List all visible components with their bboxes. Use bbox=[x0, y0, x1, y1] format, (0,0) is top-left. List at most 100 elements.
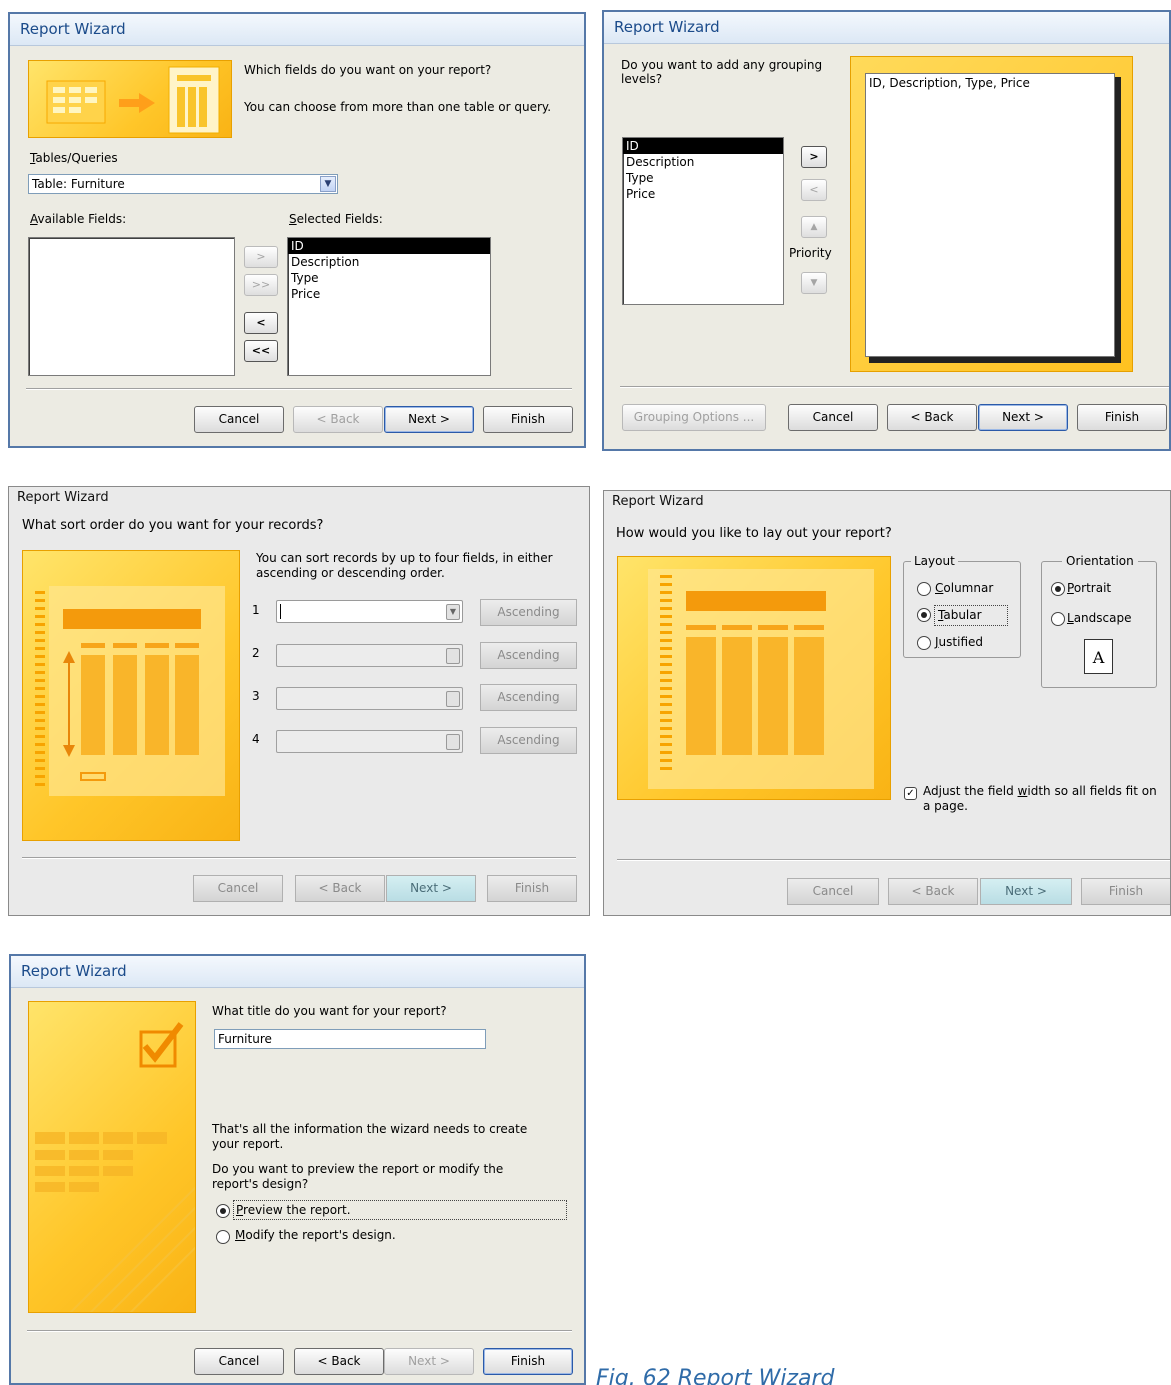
list-item[interactable]: Price bbox=[288, 286, 490, 302]
list-item[interactable]: ID bbox=[623, 138, 783, 154]
finish-button[interactable]: Finish bbox=[487, 875, 577, 902]
report-wizard-grouping-dialog: Report Wizard Do you want to add any gro… bbox=[602, 10, 1171, 451]
back-button[interactable]: < Back bbox=[295, 875, 385, 902]
landscape-radio[interactable] bbox=[1051, 612, 1065, 626]
adjust-width-label[interactable]: Adjust the field width so all fields fit… bbox=[923, 784, 1163, 814]
landscape-label[interactable]: Landscape bbox=[1067, 611, 1131, 625]
add-grouping-button[interactable]: > bbox=[801, 146, 827, 168]
list-item[interactable]: Type bbox=[288, 270, 490, 286]
tables-queries-select[interactable]: Table: Furniture ▼ bbox=[28, 174, 338, 194]
question-text: Which fields do you want on your report? bbox=[244, 63, 492, 77]
list-item[interactable]: Price bbox=[623, 186, 783, 202]
chevron-down-icon[interactable] bbox=[446, 734, 460, 750]
preview-question-text: Do you want to preview the report or mod… bbox=[212, 1162, 504, 1191]
preview-report-radio[interactable] bbox=[216, 1204, 230, 1218]
grouping-fields-list[interactable]: ID Description Type Price bbox=[622, 137, 784, 305]
hint-text: You can choose from more than one table … bbox=[244, 100, 552, 114]
next-button[interactable]: Next > bbox=[384, 1348, 474, 1375]
cancel-button[interactable]: Cancel bbox=[788, 404, 878, 431]
question-text: How would you like to lay out your repor… bbox=[616, 526, 892, 541]
next-button[interactable]: Next > bbox=[386, 875, 476, 902]
report-wizard-finish-dialog: Report Wizard What title do you want for… bbox=[9, 954, 586, 1385]
divider bbox=[27, 1330, 572, 1332]
sort-field-2-select[interactable] bbox=[276, 644, 463, 667]
sort-field-3-select[interactable] bbox=[276, 687, 463, 710]
chevron-down-icon[interactable]: ▼ bbox=[446, 604, 460, 620]
next-button[interactable]: Next > bbox=[978, 404, 1068, 431]
finish-button[interactable]: Finish bbox=[483, 406, 573, 433]
dialog-title: Report Wizard bbox=[10, 14, 584, 46]
report-title-input[interactable]: Furniture bbox=[214, 1029, 486, 1049]
sort-order-3-button[interactable]: Ascending bbox=[480, 684, 577, 711]
sort-number-2: 2 bbox=[252, 646, 260, 660]
sort-order-1-button[interactable]: Ascending bbox=[480, 599, 577, 626]
divider bbox=[22, 857, 576, 859]
justified-radio[interactable] bbox=[917, 636, 931, 650]
back-button[interactable]: < Back bbox=[887, 404, 977, 431]
list-item[interactable]: Type bbox=[623, 170, 783, 186]
back-button[interactable]: < Back bbox=[888, 878, 978, 905]
adjust-width-checkbox[interactable]: ✓ bbox=[904, 787, 917, 800]
back-button[interactable]: < Back bbox=[294, 1348, 384, 1375]
sort-number-3: 3 bbox=[252, 689, 260, 703]
sort-number-1: 1 bbox=[252, 603, 260, 617]
tabular-label[interactable]: Tabular bbox=[934, 605, 1008, 626]
chevron-down-icon[interactable]: ▼ bbox=[320, 176, 336, 192]
sort-order-2-button[interactable]: Ascending bbox=[480, 642, 577, 669]
divider bbox=[620, 386, 1169, 388]
back-button[interactable]: < Back bbox=[293, 406, 383, 433]
dialog-title: Report Wizard bbox=[11, 956, 584, 988]
add-all-fields-button[interactable]: >> bbox=[244, 274, 278, 296]
remove-grouping-button[interactable]: < bbox=[801, 179, 827, 201]
wizard-illustration bbox=[22, 550, 240, 841]
wizard-illustration bbox=[28, 1001, 196, 1313]
divider bbox=[617, 859, 1170, 861]
columnar-label[interactable]: Columnar bbox=[935, 581, 993, 595]
sort-order-4-button[interactable]: Ascending bbox=[480, 727, 577, 754]
finish-button[interactable]: Finish bbox=[483, 1348, 573, 1375]
page-letter: A bbox=[1092, 648, 1105, 667]
cancel-button[interactable]: Cancel bbox=[193, 875, 283, 902]
cancel-button[interactable]: Cancel bbox=[194, 1348, 284, 1375]
list-item[interactable]: Description bbox=[288, 254, 490, 270]
arrow-up-icon[interactable]: ▲ bbox=[801, 216, 827, 238]
list-item[interactable]: ID bbox=[288, 238, 490, 254]
preview-report-label[interactable]: Preview the report. bbox=[233, 1200, 567, 1220]
portrait-label[interactable]: Portrait bbox=[1067, 581, 1111, 595]
available-fields-label: Available Fields: bbox=[30, 212, 127, 226]
available-fields-list[interactable] bbox=[28, 237, 235, 376]
chevron-down-icon[interactable] bbox=[446, 691, 460, 707]
cancel-button[interactable]: Cancel bbox=[194, 406, 284, 433]
selected-table: Table: Furniture bbox=[32, 177, 125, 191]
sort-field-4-select[interactable] bbox=[276, 730, 463, 753]
arrow-down-icon[interactable]: ▼ bbox=[801, 272, 827, 294]
chevron-down-icon[interactable] bbox=[446, 648, 460, 664]
sort-number-4: 4 bbox=[252, 732, 260, 746]
finish-button[interactable]: Finish bbox=[1077, 404, 1167, 431]
next-button[interactable]: Next > bbox=[980, 878, 1072, 905]
table-to-report-icon bbox=[46, 66, 220, 134]
modify-design-radio[interactable] bbox=[216, 1230, 230, 1244]
remove-field-button[interactable]: < bbox=[244, 312, 278, 334]
wizard-illustration bbox=[617, 556, 891, 800]
text-cursor bbox=[280, 604, 281, 619]
grouping-options-button[interactable]: Grouping Options ... bbox=[622, 404, 766, 431]
add-field-button[interactable]: > bbox=[244, 246, 278, 268]
columnar-radio[interactable] bbox=[917, 582, 931, 596]
question-text: What title do you want for your report? bbox=[212, 1004, 447, 1018]
list-item[interactable]: Description bbox=[623, 154, 783, 170]
portrait-radio[interactable] bbox=[1051, 582, 1065, 596]
figure-caption: Fig. 62 Report Wizard bbox=[596, 1366, 835, 1385]
modify-design-label[interactable]: Modify the report's design. bbox=[235, 1228, 396, 1242]
question-text: What sort order do you want for your rec… bbox=[22, 518, 324, 533]
tabular-radio[interactable] bbox=[917, 608, 931, 622]
divider bbox=[26, 388, 572, 390]
justified-label[interactable]: Justified bbox=[935, 635, 983, 649]
cancel-button[interactable]: Cancel bbox=[787, 878, 879, 905]
question-text: Do you want to add any grouping levels? bbox=[621, 58, 823, 86]
remove-all-fields-button[interactable]: << bbox=[244, 340, 278, 362]
next-button[interactable]: Next > bbox=[384, 406, 474, 433]
sort-field-1-select[interactable]: ▼ bbox=[276, 600, 463, 623]
selected-fields-list[interactable]: ID Description Type Price bbox=[287, 237, 491, 376]
finish-button[interactable]: Finish bbox=[1081, 878, 1170, 905]
